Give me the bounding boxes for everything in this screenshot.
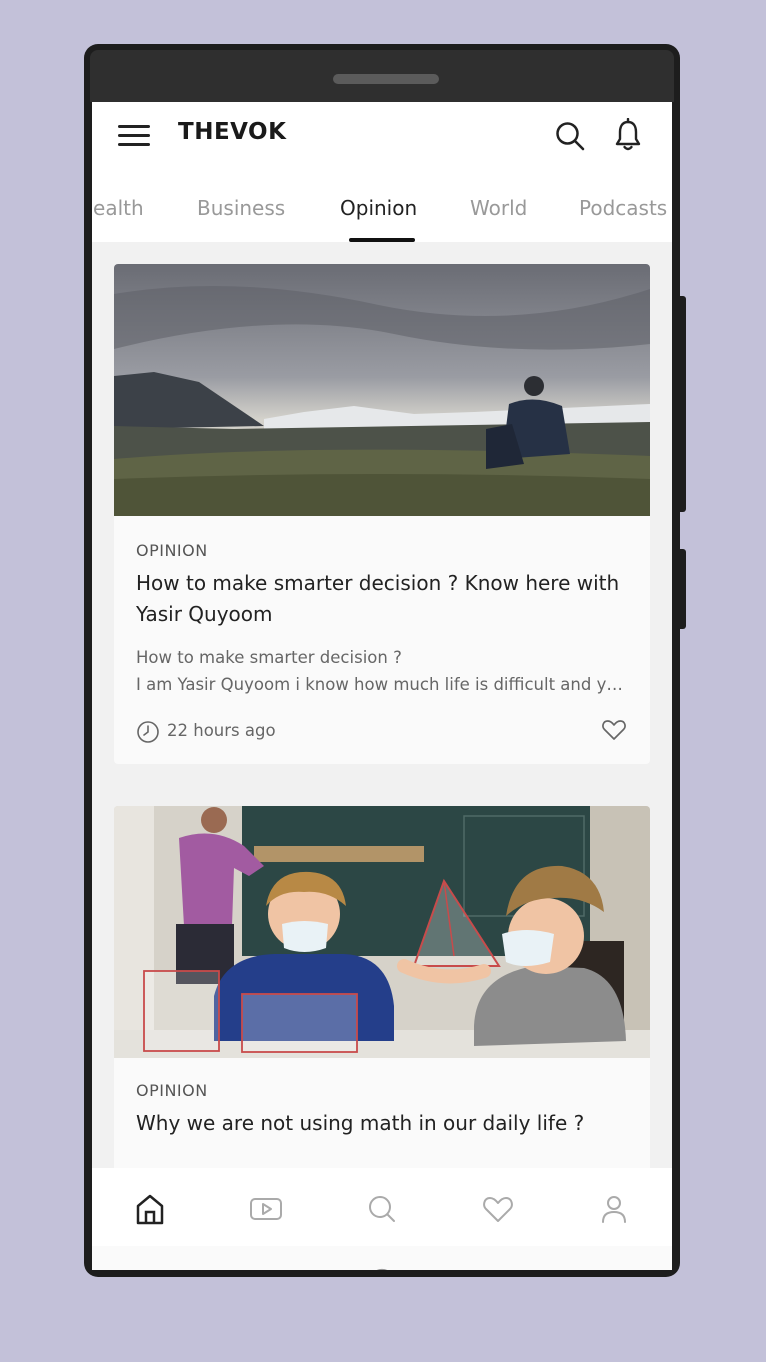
article-category: OPINION xyxy=(136,1081,208,1100)
hamburger-menu-icon[interactable] xyxy=(118,124,150,148)
favorite-heart-icon[interactable] xyxy=(601,718,627,742)
active-tab-indicator xyxy=(349,238,415,242)
search-icon[interactable] xyxy=(554,120,586,152)
home-icon[interactable] xyxy=(133,1192,167,1226)
system-navigation-bar xyxy=(92,1246,672,1270)
article-image[interactable] xyxy=(114,806,650,1058)
tab-podcasts[interactable]: Podcasts xyxy=(579,196,667,220)
article-excerpt: How to make smarter decision ? I am Yasi… xyxy=(136,644,630,698)
article-image[interactable] xyxy=(114,264,650,516)
tab-opinion[interactable]: Opinion xyxy=(340,196,417,220)
app-screen: THEVOK Health Business Opinion World Pod… xyxy=(92,102,672,1270)
article-card[interactable]: OPINION Why we are not using math in our… xyxy=(114,806,650,1186)
video-icon[interactable] xyxy=(249,1192,283,1226)
clock-icon xyxy=(137,721,159,743)
home-button-icon[interactable] xyxy=(368,1268,396,1270)
app-logo: THEVOK xyxy=(178,119,287,145)
profile-icon[interactable] xyxy=(597,1192,631,1226)
article-title[interactable]: Why we are not using math in our daily l… xyxy=(136,1108,626,1139)
phone-frame: THEVOK Health Business Opinion World Pod… xyxy=(84,44,686,1277)
search-icon[interactable] xyxy=(365,1192,399,1226)
bottom-navigation xyxy=(92,1168,672,1246)
article-excerpt-line: I am Yasir Quyoom i know how much life i… xyxy=(136,675,630,694)
phone-top-bezel xyxy=(90,50,674,102)
notification-bell-icon[interactable] xyxy=(612,118,644,152)
volume-button xyxy=(680,549,686,629)
category-tabs: Health Business Opinion World Podcasts xyxy=(92,170,672,242)
article-time: 22 hours ago xyxy=(167,721,276,740)
article-category: OPINION xyxy=(136,541,208,560)
power-button xyxy=(680,296,686,512)
article-card[interactable]: OPINION How to make smarter decision ? K… xyxy=(114,264,650,764)
tab-world[interactable]: World xyxy=(470,196,527,220)
speaker-grille xyxy=(333,74,439,84)
heart-icon[interactable] xyxy=(481,1192,515,1226)
article-excerpt-line: How to make smarter decision ? xyxy=(136,648,402,667)
tab-business[interactable]: Business xyxy=(197,196,285,220)
article-title[interactable]: How to make smarter decision ? Know here… xyxy=(136,568,626,630)
app-header: THEVOK xyxy=(92,102,672,170)
tab-health[interactable]: Health xyxy=(92,196,144,220)
